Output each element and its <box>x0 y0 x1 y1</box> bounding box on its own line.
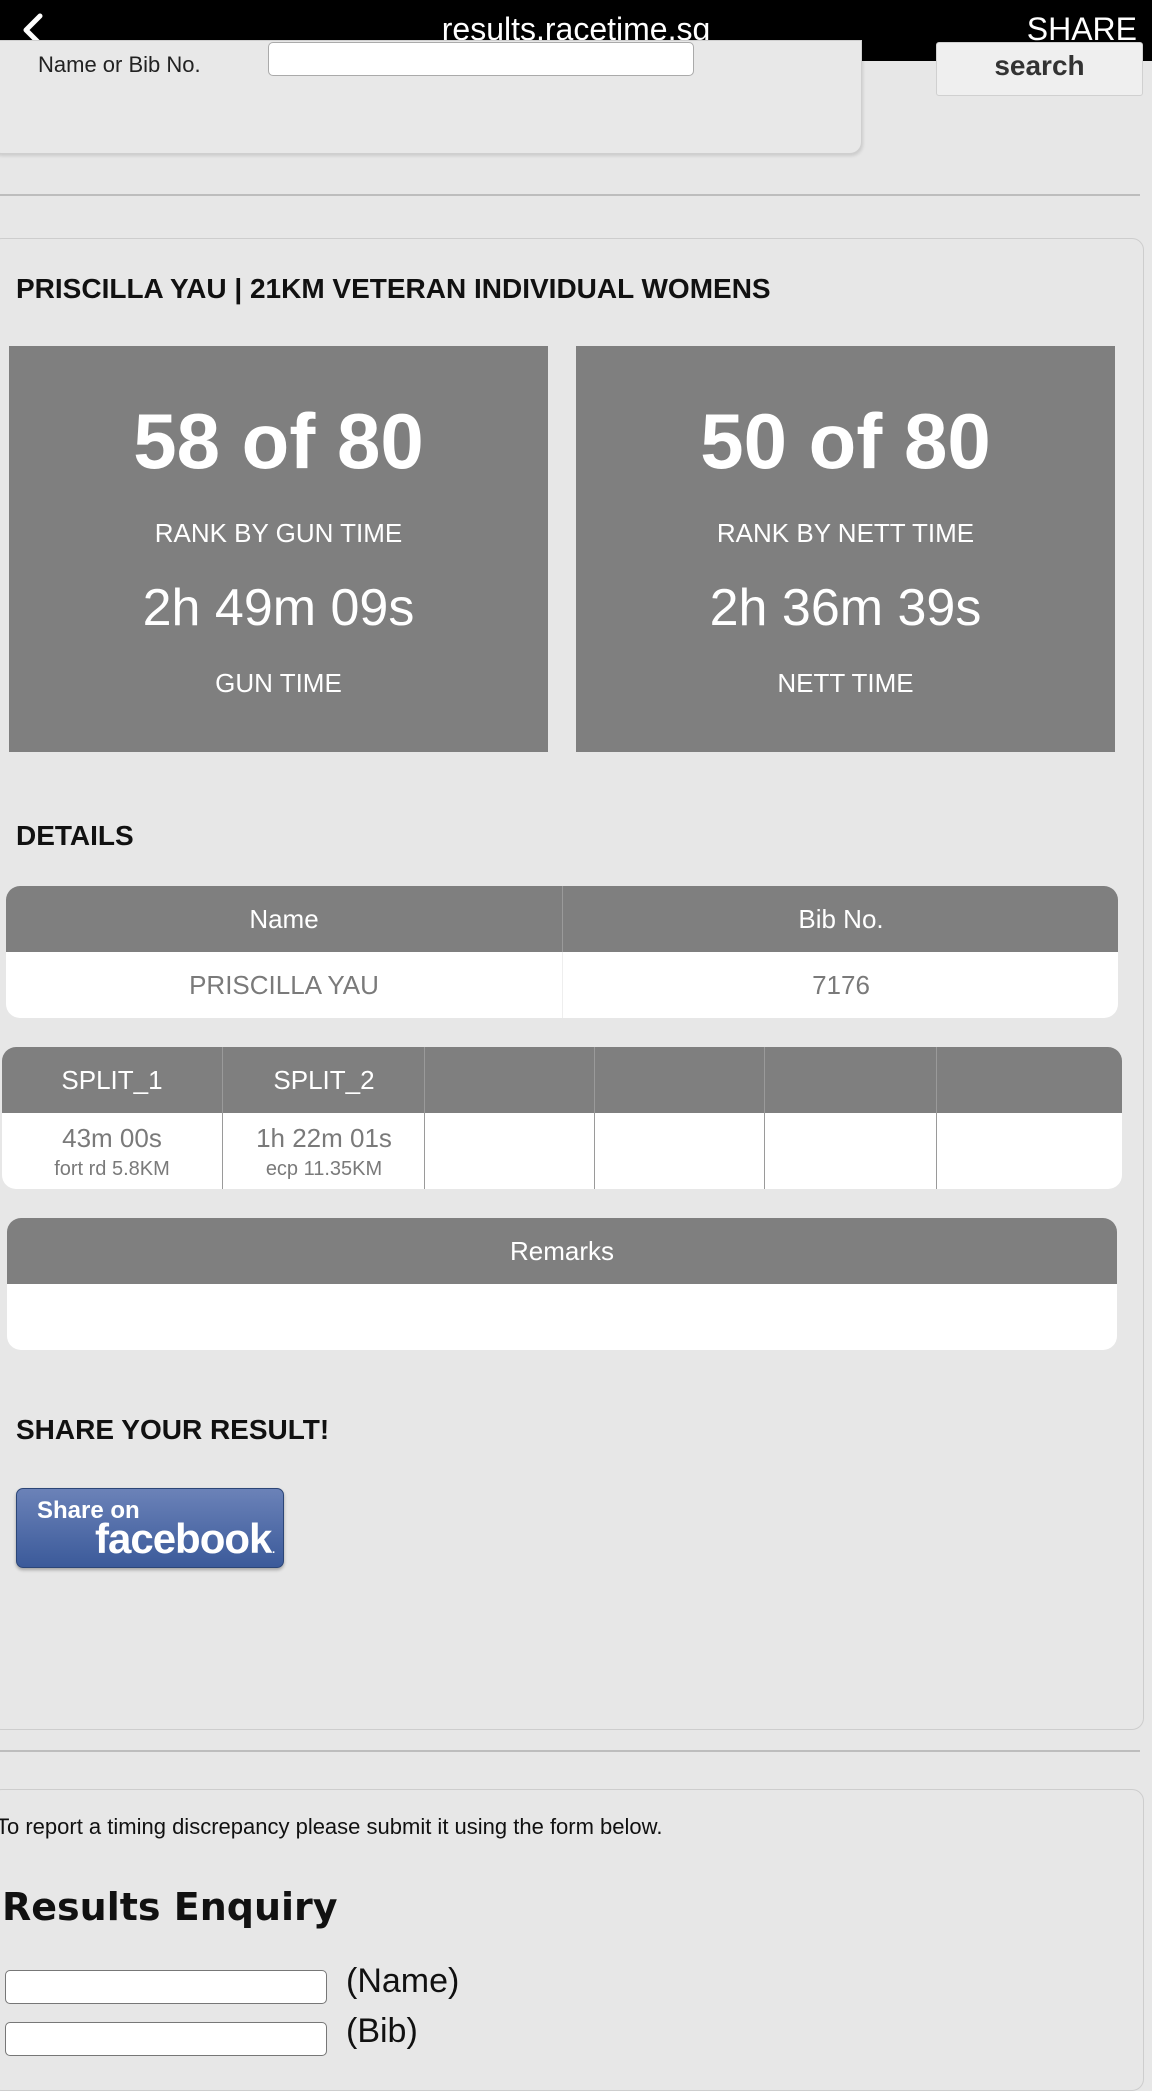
remarks-header-row: Remarks <box>7 1218 1117 1284</box>
details-bib-value: 7176 <box>562 952 1118 1018</box>
results-enquiry-title: Results Enquiry <box>2 1885 338 1929</box>
result-title: PRISCILLA YAU | 21KM VETERAN INDIVIDUAL … <box>16 273 771 304</box>
search-label: Name or Bib No. <box>38 52 201 77</box>
details-header-bib: Bib No. <box>562 886 1118 952</box>
gun-rank-label: RANK BY GUN TIME <box>154 518 403 548</box>
enquiry-name-label: (Name) <box>346 1962 460 2000</box>
nett-time: 2h 36m 39s <box>709 579 982 637</box>
split-header: SPLIT_2 <box>273 1065 375 1095</box>
details-heading: DETAILS <box>16 820 134 851</box>
nett-rank: 50 of 80 <box>700 397 991 485</box>
fb-logo-text: facebook. <box>95 1515 276 1563</box>
split-time: 1h 22m 01s <box>256 1123 392 1153</box>
details-table: Name Bib No. PRISCILLA YAU 7176 <box>6 886 1118 1018</box>
fb-logo-dot: . <box>271 1540 276 1557</box>
split-column: SPLIT_1 43m 00s fort rd 5.8KM <box>2 1047 222 1189</box>
split-time: 43m 00s <box>62 1123 162 1153</box>
splits-table: SPLIT_1 43m 00s fort rd 5.8KM SPLIT_2 1h… <box>2 1047 1122 1189</box>
details-header-name: Name <box>249 904 319 934</box>
split-column <box>424 1047 595 1189</box>
enquiry-bib-label: (Bib) <box>346 2012 418 2050</box>
gun-rank: 58 of 80 <box>133 397 424 485</box>
split-column <box>594 1047 765 1189</box>
details-header-row: Name Bib No. <box>6 886 1118 952</box>
search-button[interactable]: search <box>936 42 1143 96</box>
gun-time-box: 58 of 80 RANK BY GUN TIME 2h 49m 09s GUN… <box>9 346 548 752</box>
gun-time-label: GUN TIME <box>215 668 342 698</box>
split-column <box>764 1047 937 1189</box>
remarks-header: Remarks <box>509 1236 614 1266</box>
nett-time-box: 50 of 80 RANK BY NETT TIME 2h 36m 39s NE… <box>576 346 1115 752</box>
enquiry-name-input[interactable] <box>5 1970 327 2004</box>
split-location: fort rd 5.8KM <box>54 1158 170 1180</box>
share-on-facebook-button[interactable]: Share on facebook. <box>16 1488 284 1568</box>
enquiry-bib-input[interactable] <box>5 2022 327 2056</box>
divider <box>0 1750 1140 1752</box>
fb-logo-word: facebook <box>95 1515 272 1562</box>
remarks-table: Remarks <box>7 1218 1117 1350</box>
nett-rank-label: RANK BY NETT TIME <box>716 518 975 548</box>
nett-time-label: NETT TIME <box>777 668 914 698</box>
report-instructions: To report a timing discrepancy please su… <box>0 1814 663 1839</box>
table-row: PRISCILLA YAU 7176 <box>6 952 1118 1018</box>
search-input[interactable] <box>268 42 694 76</box>
split-column: SPLIT_2 1h 22m 01s ecp 11.35KM <box>222 1047 425 1189</box>
split-header: SPLIT_1 <box>61 1065 163 1095</box>
share-heading: SHARE YOUR RESULT! <box>16 1414 330 1445</box>
details-name-value: PRISCILLA YAU <box>189 970 379 1000</box>
split-column <box>936 1047 1122 1189</box>
split-location: ecp 11.35KM <box>265 1158 383 1180</box>
gun-time: 2h 49m 09s <box>142 579 415 637</box>
divider <box>0 194 1140 196</box>
